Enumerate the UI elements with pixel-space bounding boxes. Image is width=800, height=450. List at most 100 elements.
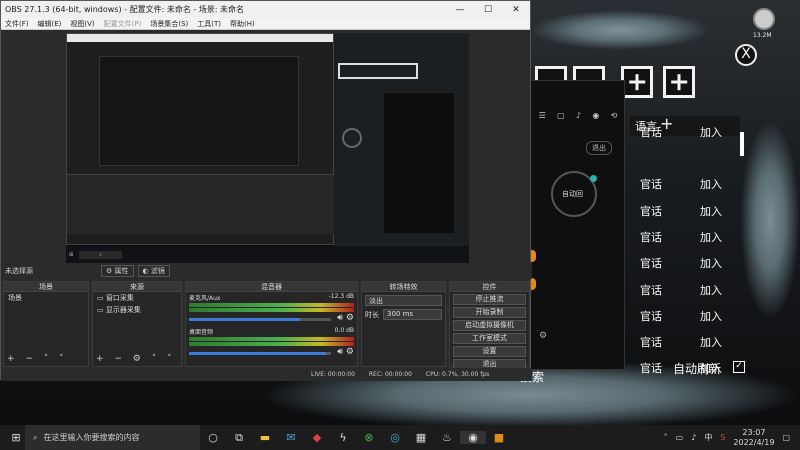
source-controls[interactable]: + − ⚙ ˄ ˅: [96, 354, 176, 364]
language-name: 官话: [640, 257, 662, 271]
obs-menubar: 文件(F) 编辑(E) 视图(V) 配置文件(P) 场景集合(S) 工具(T) …: [1, 18, 530, 30]
source-item[interactable]: ▭ 显示器采集: [93, 304, 181, 316]
settings-button[interactable]: 设置: [453, 346, 526, 357]
steam-icon[interactable]: ♨: [434, 431, 460, 444]
speaker-icon[interactable]: 🔊︎: [337, 347, 343, 357]
menu-edit[interactable]: 编辑(E): [38, 19, 62, 29]
join-language-button[interactable]: 加入: [700, 334, 722, 350]
orange-app-icon[interactable]: ■: [486, 431, 512, 444]
taskbar-search-box[interactable]: ⌕ 在这里输入你要搜索的内容: [25, 425, 200, 450]
filters-button[interactable]: ◐ 滤镜: [137, 265, 170, 277]
mixer-dock-title: 混音器: [186, 282, 357, 292]
chat-icon[interactable]: ▢: [557, 111, 565, 125]
minimize-button[interactable]: —: [446, 5, 474, 15]
xbox-icon[interactable]: ⊗: [356, 431, 382, 444]
add-square-button[interactable]: [663, 66, 695, 98]
properties-button[interactable]: ⚙ 属性: [101, 265, 134, 277]
volume-icon[interactable]: ♪: [691, 433, 696, 442]
tray-app-icon[interactable]: S: [720, 433, 725, 442]
volume-meter: [189, 342, 354, 346]
menu-profile[interactable]: 配置文件(P): [104, 19, 142, 29]
add-square-button[interactable]: [621, 66, 653, 98]
auto-reply-toggle[interactable]: 自动回: [551, 171, 597, 217]
task-view-icon[interactable]: ⧉: [226, 431, 252, 445]
network-icon[interactable]: ▭: [676, 433, 684, 442]
volume-slider[interactable]: [189, 317, 332, 321]
scene-item[interactable]: 场景: [4, 292, 88, 304]
scenes-dock-title: 场景: [4, 282, 88, 292]
network-gauge-icon: [753, 8, 775, 30]
settings-gear-icon[interactable]: ⚙: [539, 331, 547, 341]
notification-icon[interactable]: ▢: [782, 433, 790, 442]
language-name: 官话: [640, 204, 662, 218]
join-language-button[interactable]: 加入: [700, 229, 722, 245]
language-name: 官话: [640, 283, 662, 297]
clock-date: 2022/4/19: [733, 437, 775, 447]
duration-input[interactable]: 300 ms: [383, 309, 442, 320]
obs-preview-canvas[interactable]: ⊞ ⌕: [66, 33, 469, 263]
join-language-button[interactable]: 加入: [700, 308, 722, 324]
exit-button[interactable]: 退出: [586, 141, 612, 155]
bolt-icon[interactable]: ϟ: [330, 431, 356, 444]
gear-icon[interactable]: ⚙: [346, 347, 354, 357]
obs-titlebar: OBS 27.1.3 (64-bit, windows) - 配置文件: 未命名…: [1, 1, 530, 18]
nested-obs-capture: [66, 33, 335, 245]
language-name: 官话: [640, 309, 662, 323]
transition-select[interactable]: 淡出: [365, 295, 442, 306]
ime-indicator[interactable]: 中: [704, 432, 712, 443]
gear-icon: ⚙: [106, 267, 113, 275]
bell-icon[interactable]: ♪: [576, 111, 581, 125]
stop-streaming-button[interactable]: 停止推流: [453, 294, 526, 305]
taskbar-clock[interactable]: 23:07 2022/4/19: [733, 428, 774, 448]
edge-icon[interactable]: ◎: [382, 431, 408, 444]
join-language-button[interactable]: 加入: [700, 203, 722, 219]
add-language-icon[interactable]: +: [660, 114, 673, 133]
volume-meter: [189, 308, 354, 312]
join-language-button[interactable]: 加入: [700, 255, 722, 271]
obs-statusbar: LIVE: 00:00:00 REC: 00:00:00 CPU: 0.7%, …: [1, 368, 532, 381]
user-icon[interactable]: ◉: [592, 111, 599, 125]
overlay-close-button[interactable]: X: [735, 44, 757, 66]
share-icon[interactable]: ⟲: [611, 111, 618, 125]
studio-mode-button[interactable]: 工作室模式: [453, 333, 526, 344]
sources-dock: 来源 ▭ 窗口采集 ▭ 显示器采集 + − ⚙ ˄ ˅: [92, 281, 182, 367]
join-language-button[interactable]: 加入: [700, 282, 722, 298]
windows-start-icon[interactable]: ⊞: [3, 431, 29, 444]
list-icon[interactable]: ☰: [539, 111, 546, 125]
join-language-button[interactable]: 加入: [700, 124, 722, 140]
maximize-button[interactable]: ☐: [474, 5, 502, 15]
mixer-channel: 麦克风/Aux -12.3 dB 🔊︎ ⚙: [186, 292, 357, 326]
source-item[interactable]: ▭ 窗口采集: [93, 292, 181, 304]
sources-dock-title: 来源: [93, 282, 181, 292]
menu-help[interactable]: 帮助(H): [230, 19, 255, 29]
language-name: 官话: [640, 230, 662, 244]
overlay-scrollbar[interactable]: [740, 132, 744, 156]
close-button[interactable]: ✕: [502, 5, 530, 15]
menu-tools[interactable]: 工具(T): [197, 19, 221, 29]
scene-controls[interactable]: + − ˄ ˅: [7, 354, 68, 364]
channel-name: 桌面音频: [189, 329, 214, 336]
virtual-camera-button[interactable]: 启动虚拟摄像机: [453, 320, 526, 331]
join-language-button[interactable]: 加入: [700, 176, 722, 192]
speaker-icon[interactable]: 🔊︎: [337, 313, 343, 323]
auto-refresh-checkbox[interactable]: ✓: [733, 361, 745, 373]
explorer-icon[interactable]: ▬: [252, 431, 278, 444]
cortana-icon[interactable]: ○: [200, 431, 226, 444]
store-icon[interactable]: ▦: [408, 431, 434, 444]
volume-slider-fill: [189, 351, 326, 355]
app-red-icon[interactable]: ◆: [304, 431, 330, 444]
monitor-icon: ▭: [97, 294, 104, 302]
volume-slider[interactable]: [189, 351, 332, 355]
audio-mixer-dock: 混音器 麦克风/Aux -12.3 dB 🔊︎ ⚙ 桌面音频 0.0 dB 🔊︎ ⚙: [185, 281, 358, 367]
language-name: 官话: [640, 178, 662, 192]
menu-view[interactable]: 视图(V): [70, 19, 94, 29]
obs-taskbar-icon[interactable]: ◉: [460, 431, 486, 444]
start-recording-button[interactable]: 开始录制: [453, 307, 526, 318]
mail-icon[interactable]: ✉: [278, 431, 304, 444]
menu-file[interactable]: 文件(F): [5, 19, 29, 29]
chevron-up-icon[interactable]: ˄: [664, 433, 668, 442]
menu-scene-collection[interactable]: 场景集合(S): [150, 19, 188, 29]
controls-dock-title: 控件: [450, 282, 529, 292]
obs-window-title: OBS 27.1.3 (64-bit, windows) - 配置文件: 未命名…: [5, 5, 245, 14]
gear-icon[interactable]: ⚙: [346, 313, 354, 323]
